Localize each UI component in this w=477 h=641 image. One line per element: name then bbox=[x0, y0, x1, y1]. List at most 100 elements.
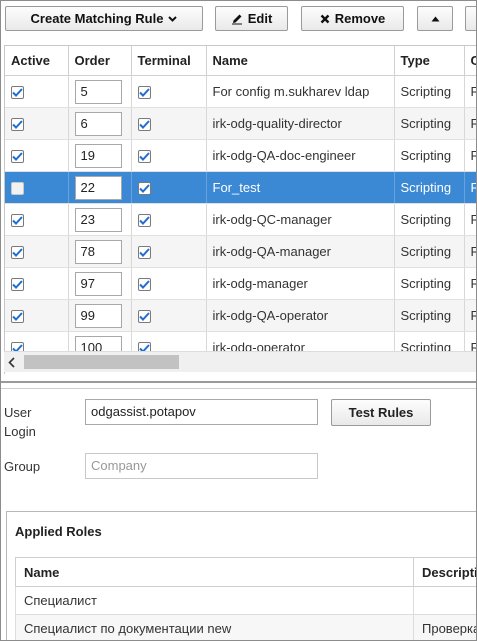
order-input[interactable]: 23 bbox=[74, 207, 122, 232]
rules-window: Create Matching Rule Edit Remove Active … bbox=[0, 0, 477, 641]
scrollbar-thumb[interactable] bbox=[24, 355, 179, 369]
c-cell: R bbox=[464, 267, 476, 300]
type-cell: Scripting bbox=[394, 203, 465, 236]
active-checkbox[interactable] bbox=[11, 278, 24, 292]
pencil-icon bbox=[231, 13, 243, 25]
order-cell: 23 bbox=[68, 203, 132, 236]
name-cell: For config m.sukharev ldap bbox=[206, 75, 395, 108]
active-checkbox[interactable] bbox=[11, 310, 24, 324]
type-cell: Scripting bbox=[394, 171, 465, 204]
terminal-checkbox[interactable] bbox=[137, 246, 151, 260]
column-header-type[interactable]: Type bbox=[394, 46, 465, 76]
active-checkbox[interactable] bbox=[11, 214, 24, 228]
chevron-down-icon bbox=[168, 15, 178, 22]
order-input[interactable]: 99 bbox=[74, 303, 122, 328]
role-description-cell bbox=[413, 586, 476, 615]
chevron-left-icon[interactable] bbox=[8, 356, 15, 371]
table-row[interactable]: 5 For config m.sukharev ldapScriptingR bbox=[5, 75, 476, 108]
matching-rules-grid: Active Order Terminal Name Type C 5 For c… bbox=[4, 45, 476, 374]
column-header-name[interactable]: Name bbox=[206, 46, 395, 76]
terminal-checkbox[interactable] bbox=[137, 118, 151, 132]
terminal-cell bbox=[131, 267, 207, 300]
column-header-order[interactable]: Order bbox=[68, 46, 132, 76]
order-cell: 78 bbox=[68, 235, 132, 268]
group-input[interactable]: Company bbox=[85, 453, 318, 479]
order-input[interactable]: 5 bbox=[74, 79, 122, 104]
edit-button[interactable]: Edit bbox=[215, 6, 288, 31]
c-cell: R bbox=[464, 203, 476, 236]
edit-label: Edit bbox=[247, 11, 273, 26]
column-header-terminal[interactable]: Terminal bbox=[131, 46, 207, 76]
order-input[interactable]: 78 bbox=[74, 239, 122, 264]
table-row[interactable]: 19 irk-odg-QA-doc-engineerScriptingR bbox=[5, 139, 476, 172]
roles-column-description[interactable]: Descripti bbox=[413, 557, 476, 587]
active-cell bbox=[5, 235, 69, 268]
active-checkbox[interactable] bbox=[11, 118, 24, 132]
terminal-cell bbox=[131, 235, 207, 268]
remove-button[interactable]: Remove bbox=[301, 6, 404, 31]
create-label: Create Matching Rule bbox=[30, 11, 164, 26]
test-rules-button[interactable]: Test Rules bbox=[331, 399, 431, 426]
panel-splitter[interactable] bbox=[1, 381, 476, 389]
order-input[interactable]: 97 bbox=[74, 271, 122, 296]
table-row[interactable]: 6 irk-odg-quality-directorScriptingR bbox=[5, 107, 476, 140]
move-up-button[interactable] bbox=[417, 6, 453, 31]
active-checkbox[interactable] bbox=[11, 150, 24, 164]
type-cell: Scripting bbox=[394, 299, 465, 332]
order-input[interactable]: 19 bbox=[74, 143, 122, 168]
column-header-active[interactable]: Active bbox=[5, 46, 69, 76]
table-row[interactable]: 78 irk-odg-QA-managerScriptingR bbox=[5, 235, 476, 268]
c-cell: R bbox=[464, 139, 476, 172]
c-cell: R bbox=[464, 171, 476, 204]
role-description-cell: Проверка bbox=[413, 614, 476, 640]
active-cell bbox=[5, 107, 69, 140]
terminal-cell bbox=[131, 75, 207, 108]
type-cell: Scripting bbox=[394, 139, 465, 172]
name-cell: irk-odg-QA-manager bbox=[206, 235, 395, 268]
horizontal-scrollbar[interactable] bbox=[4, 351, 476, 372]
type-cell: Scripting bbox=[394, 75, 465, 108]
c-cell: R bbox=[464, 235, 476, 268]
column-header-c[interactable]: C bbox=[464, 46, 476, 76]
terminal-checkbox[interactable] bbox=[137, 278, 151, 292]
terminal-cell bbox=[131, 203, 207, 236]
name-cell: irk-odg-manager bbox=[206, 267, 395, 300]
terminal-cell bbox=[131, 107, 207, 140]
create-matching-rule-button[interactable]: Create Matching Rule bbox=[5, 6, 203, 31]
table-row[interactable]: 23 irk-odg-QC-managerScriptingR bbox=[5, 203, 476, 236]
active-cell bbox=[5, 299, 69, 332]
c-cell: R bbox=[464, 107, 476, 140]
roles-row[interactable]: Специалист по документации new Проверка bbox=[15, 614, 476, 640]
roles-header-row: Name Descripti bbox=[15, 557, 476, 587]
applied-roles-panel: Applied Roles Name Descripti Специалист С… bbox=[6, 511, 476, 640]
order-cell: 19 bbox=[68, 139, 132, 172]
table-row[interactable]: 97 irk-odg-managerScriptingR bbox=[5, 267, 476, 300]
role-name-cell: Специалист bbox=[15, 586, 414, 615]
roles-row[interactable]: Специалист bbox=[15, 586, 476, 615]
order-input[interactable]: 22 bbox=[74, 175, 122, 200]
terminal-checkbox[interactable] bbox=[137, 310, 151, 324]
active-checkbox[interactable] bbox=[11, 246, 24, 260]
active-cell bbox=[5, 139, 69, 172]
order-input[interactable]: 6 bbox=[74, 111, 122, 136]
name-cell: irk-odg-quality-director bbox=[206, 107, 395, 140]
c-cell: R bbox=[464, 299, 476, 332]
user-login-input[interactable]: odgassist.potapov bbox=[85, 399, 318, 425]
name-cell: For_test bbox=[206, 171, 395, 204]
terminal-cell bbox=[131, 171, 207, 204]
type-cell: Scripting bbox=[394, 267, 465, 300]
table-row[interactable]: 99 irk-odg-QA-operatorScriptingR bbox=[5, 299, 476, 332]
terminal-checkbox[interactable] bbox=[137, 86, 151, 100]
active-cell bbox=[5, 267, 69, 300]
active-checkbox[interactable] bbox=[11, 86, 24, 100]
roles-column-name[interactable]: Name bbox=[15, 557, 414, 587]
move-down-button[interactable] bbox=[465, 6, 476, 31]
terminal-checkbox[interactable] bbox=[137, 182, 151, 196]
table-row[interactable]: 22 For_testScriptingR bbox=[5, 171, 476, 204]
terminal-checkbox[interactable] bbox=[137, 214, 151, 228]
active-checkbox[interactable] bbox=[11, 182, 24, 196]
user-login-label-line2: Login bbox=[4, 424, 36, 439]
terminal-checkbox[interactable] bbox=[137, 150, 151, 164]
active-cell bbox=[5, 203, 69, 236]
name-cell: irk-odg-QA-doc-engineer bbox=[206, 139, 395, 172]
